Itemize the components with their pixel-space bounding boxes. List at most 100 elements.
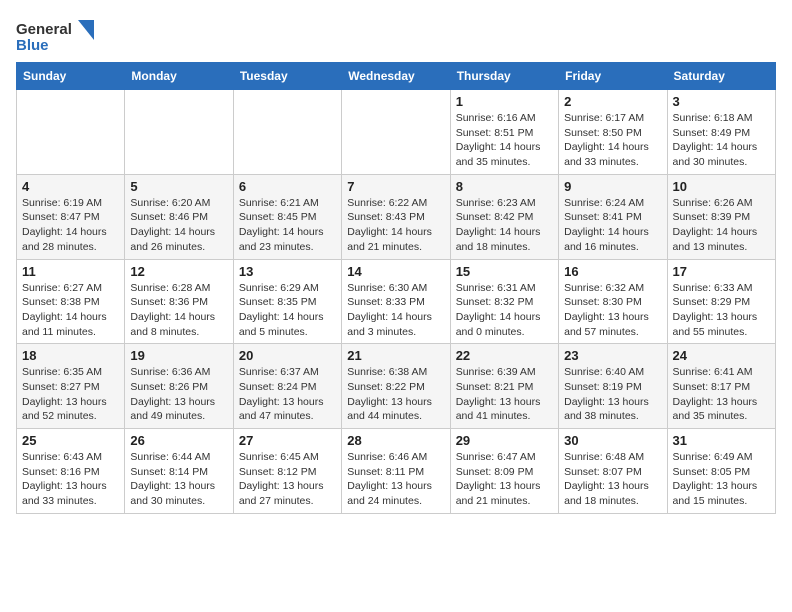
day-number: 5 bbox=[130, 179, 227, 194]
day-number: 23 bbox=[564, 348, 661, 363]
weekday-header-saturday: Saturday bbox=[667, 63, 775, 90]
day-info: Sunrise: 6:32 AM Sunset: 8:30 PM Dayligh… bbox=[564, 281, 661, 340]
calendar-cell: 19 Sunrise: 6:36 AM Sunset: 8:26 PM Dayli… bbox=[125, 344, 233, 429]
day-info: Sunrise: 6:43 AM Sunset: 8:16 PM Dayligh… bbox=[22, 450, 119, 509]
calendar-cell: 8 Sunrise: 6:23 AM Sunset: 8:42 PM Daylig… bbox=[450, 174, 558, 259]
calendar-cell: 11Sunrise: 6:27 AM Sunset: 8:38 PM Dayli… bbox=[17, 259, 125, 344]
day-number: 16 bbox=[564, 264, 661, 279]
calendar-cell: 6Sunrise: 6:21 AM Sunset: 8:45 PM Daylig… bbox=[233, 174, 341, 259]
day-number: 19 bbox=[130, 348, 227, 363]
weekday-header-row: SundayMondayTuesdayWednesdayThursdayFrid… bbox=[17, 63, 776, 90]
day-info: Sunrise: 6:30 AM Sunset: 8:33 PM Dayligh… bbox=[347, 281, 444, 340]
day-number: 26 bbox=[130, 433, 227, 448]
day-info: Sunrise: 6:28 AM Sunset: 8:36 PM Dayligh… bbox=[130, 281, 227, 340]
day-number: 8 bbox=[456, 179, 553, 194]
day-info: Sunrise: 6:41 AM Sunset: 8:17 PM Dayligh… bbox=[673, 365, 770, 424]
day-info: Sunrise: 6:20 AM Sunset: 8:46 PM Dayligh… bbox=[130, 196, 227, 255]
day-number: 1 bbox=[456, 94, 553, 109]
calendar-cell: 10Sunrise: 6:26 AM Sunset: 8:39 PM Dayli… bbox=[667, 174, 775, 259]
day-number: 10 bbox=[673, 179, 770, 194]
calendar-cell bbox=[125, 90, 233, 175]
day-number: 11 bbox=[22, 264, 119, 279]
day-info: Sunrise: 6:31 AM Sunset: 8:32 PM Dayligh… bbox=[456, 281, 553, 340]
day-info: Sunrise: 6:40 AM Sunset: 8:19 PM Dayligh… bbox=[564, 365, 661, 424]
day-info: Sunrise: 6:35 AM Sunset: 8:27 PM Dayligh… bbox=[22, 365, 119, 424]
day-info: Sunrise: 6:16 AM Sunset: 8:51 PM Dayligh… bbox=[456, 111, 553, 170]
day-info: Sunrise: 6:39 AM Sunset: 8:21 PM Dayligh… bbox=[456, 365, 553, 424]
calendar-cell: 25 Sunrise: 6:43 AM Sunset: 8:16 PM Dayli… bbox=[17, 429, 125, 514]
day-info: Sunrise: 6:46 AM Sunset: 8:11 PM Dayligh… bbox=[347, 450, 444, 509]
day-number: 30 bbox=[564, 433, 661, 448]
calendar-cell: 17 Sunrise: 6:33 AM Sunset: 8:29 PM Dayli… bbox=[667, 259, 775, 344]
day-number: 7 bbox=[347, 179, 444, 194]
day-info: Sunrise: 6:45 AM Sunset: 8:12 PM Dayligh… bbox=[239, 450, 336, 509]
day-number: 13 bbox=[239, 264, 336, 279]
calendar-cell bbox=[342, 90, 450, 175]
calendar-cell: 15 Sunrise: 6:31 AM Sunset: 8:32 PM Dayli… bbox=[450, 259, 558, 344]
calendar-cell: 21 Sunrise: 6:38 AM Sunset: 8:22 PM Dayli… bbox=[342, 344, 450, 429]
calendar-cell: 13 Sunrise: 6:29 AM Sunset: 8:35 PM Dayli… bbox=[233, 259, 341, 344]
day-info: Sunrise: 6:36 AM Sunset: 8:26 PM Dayligh… bbox=[130, 365, 227, 424]
svg-text:General: General bbox=[16, 21, 72, 38]
calendar-cell: 18 Sunrise: 6:35 AM Sunset: 8:27 PM Dayli… bbox=[17, 344, 125, 429]
day-number: 14 bbox=[347, 264, 444, 279]
day-number: 17 bbox=[673, 264, 770, 279]
weekday-header-wednesday: Wednesday bbox=[342, 63, 450, 90]
day-info: Sunrise: 6:24 AM Sunset: 8:41 PM Dayligh… bbox=[564, 196, 661, 255]
day-number: 25 bbox=[22, 433, 119, 448]
day-number: 4 bbox=[22, 179, 119, 194]
calendar-cell: 24 Sunrise: 6:41 AM Sunset: 8:17 PM Dayli… bbox=[667, 344, 775, 429]
calendar-cell: 31 Sunrise: 6:49 AM Sunset: 8:05 PM Dayli… bbox=[667, 429, 775, 514]
day-number: 21 bbox=[347, 348, 444, 363]
calendar-cell: 26Sunrise: 6:44 AM Sunset: 8:14 PM Dayli… bbox=[125, 429, 233, 514]
calendar-cell: 9 Sunrise: 6:24 AM Sunset: 8:41 PM Daylig… bbox=[559, 174, 667, 259]
day-info: Sunrise: 6:22 AM Sunset: 8:43 PM Dayligh… bbox=[347, 196, 444, 255]
day-number: 3 bbox=[673, 94, 770, 109]
calendar-cell: 12Sunrise: 6:28 AM Sunset: 8:36 PM Dayli… bbox=[125, 259, 233, 344]
calendar-cell: 23 Sunrise: 6:40 AM Sunset: 8:19 PM Dayli… bbox=[559, 344, 667, 429]
day-info: Sunrise: 6:18 AM Sunset: 8:49 PM Dayligh… bbox=[673, 111, 770, 170]
day-info: Sunrise: 6:33 AM Sunset: 8:29 PM Dayligh… bbox=[673, 281, 770, 340]
weekday-header-sunday: Sunday bbox=[17, 63, 125, 90]
weekday-header-tuesday: Tuesday bbox=[233, 63, 341, 90]
svg-text:Blue: Blue bbox=[16, 37, 49, 54]
weekday-header-thursday: Thursday bbox=[450, 63, 558, 90]
day-number: 2 bbox=[564, 94, 661, 109]
calendar-cell bbox=[233, 90, 341, 175]
week-row-2: 4Sunrise: 6:19 AM Sunset: 8:47 PM Daylig… bbox=[17, 174, 776, 259]
day-info: Sunrise: 6:37 AM Sunset: 8:24 PM Dayligh… bbox=[239, 365, 336, 424]
weekday-header-monday: Monday bbox=[125, 63, 233, 90]
day-info: Sunrise: 6:23 AM Sunset: 8:42 PM Dayligh… bbox=[456, 196, 553, 255]
day-info: Sunrise: 6:47 AM Sunset: 8:09 PM Dayligh… bbox=[456, 450, 553, 509]
calendar-cell: 29 Sunrise: 6:47 AM Sunset: 8:09 PM Dayli… bbox=[450, 429, 558, 514]
day-number: 27 bbox=[239, 433, 336, 448]
day-number: 15 bbox=[456, 264, 553, 279]
calendar-cell: 3 Sunrise: 6:18 AM Sunset: 8:49 PM Daylig… bbox=[667, 90, 775, 175]
day-number: 6 bbox=[239, 179, 336, 194]
day-info: Sunrise: 6:48 AM Sunset: 8:07 PM Dayligh… bbox=[564, 450, 661, 509]
day-number: 9 bbox=[564, 179, 661, 194]
day-number: 18 bbox=[22, 348, 119, 363]
calendar-cell: 20Sunrise: 6:37 AM Sunset: 8:24 PM Dayli… bbox=[233, 344, 341, 429]
day-info: Sunrise: 6:17 AM Sunset: 8:50 PM Dayligh… bbox=[564, 111, 661, 170]
day-number: 29 bbox=[456, 433, 553, 448]
week-row-3: 11Sunrise: 6:27 AM Sunset: 8:38 PM Dayli… bbox=[17, 259, 776, 344]
calendar-table: SundayMondayTuesdayWednesdayThursdayFrid… bbox=[16, 62, 776, 514]
calendar-cell: 4Sunrise: 6:19 AM Sunset: 8:47 PM Daylig… bbox=[17, 174, 125, 259]
calendar-cell bbox=[17, 90, 125, 175]
calendar-cell: 22 Sunrise: 6:39 AM Sunset: 8:21 PM Dayli… bbox=[450, 344, 558, 429]
day-number: 28 bbox=[347, 433, 444, 448]
calendar-cell: 7 Sunrise: 6:22 AM Sunset: 8:43 PM Daylig… bbox=[342, 174, 450, 259]
day-number: 24 bbox=[673, 348, 770, 363]
calendar-cell: 5 Sunrise: 6:20 AM Sunset: 8:46 PM Daylig… bbox=[125, 174, 233, 259]
day-number: 31 bbox=[673, 433, 770, 448]
day-info: Sunrise: 6:49 AM Sunset: 8:05 PM Dayligh… bbox=[673, 450, 770, 509]
day-number: 22 bbox=[456, 348, 553, 363]
logo: GeneralBlue bbox=[16, 16, 106, 54]
calendar-cell: 2 Sunrise: 6:17 AM Sunset: 8:50 PM Daylig… bbox=[559, 90, 667, 175]
calendar-cell: 1 Sunrise: 6:16 AM Sunset: 8:51 PM Daylig… bbox=[450, 90, 558, 175]
calendar-cell: 30 Sunrise: 6:48 AM Sunset: 8:07 PM Dayli… bbox=[559, 429, 667, 514]
day-info: Sunrise: 6:29 AM Sunset: 8:35 PM Dayligh… bbox=[239, 281, 336, 340]
day-info: Sunrise: 6:38 AM Sunset: 8:22 PM Dayligh… bbox=[347, 365, 444, 424]
logo-svg: GeneralBlue bbox=[16, 16, 106, 54]
